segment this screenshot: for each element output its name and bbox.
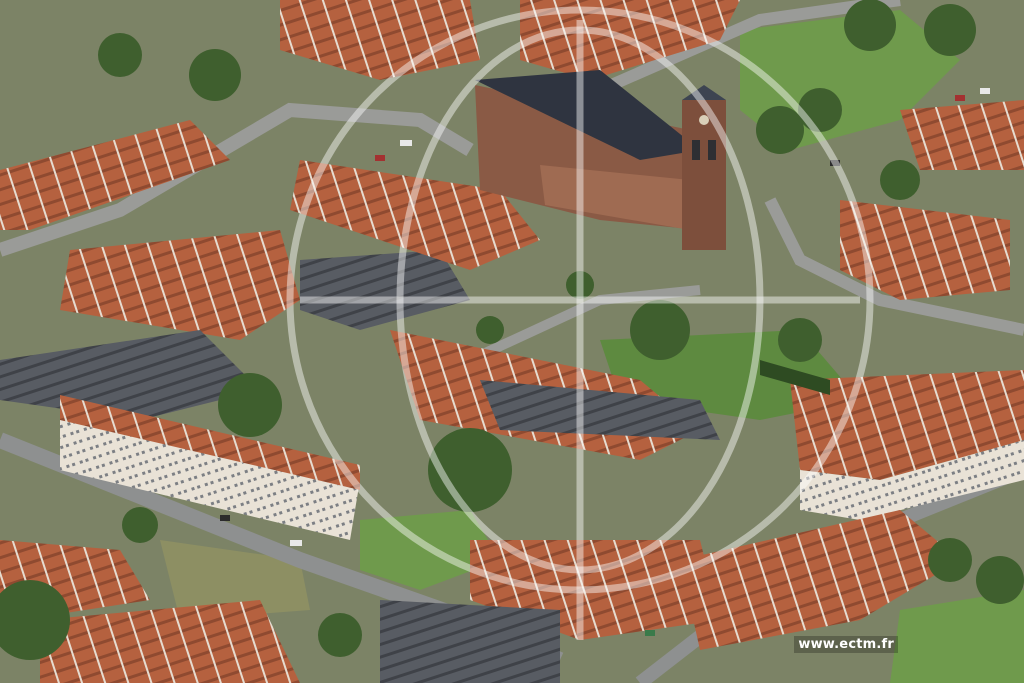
houses-far-right [900,100,1024,170]
photo-credit-watermark: www.ectm.fr [794,636,898,653]
houses-bottom-mid [380,600,560,683]
aerial-photo-drawing [0,0,1024,683]
aerial-photo: www.ectm.fr [0,0,1024,683]
